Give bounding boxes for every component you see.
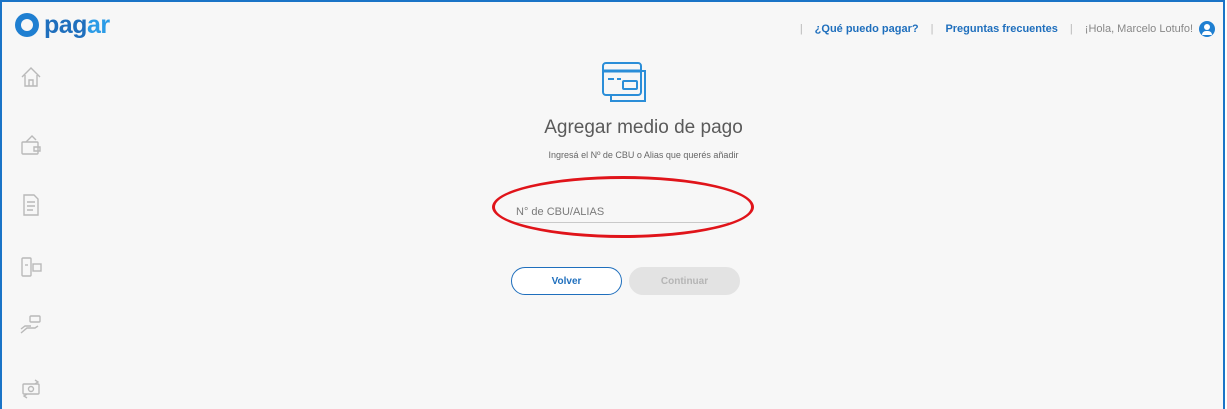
sidebar [2,46,64,409]
back-button[interactable]: Volver [511,267,622,295]
credit-card-icon [599,59,647,110]
action-buttons: Volver Continuar [511,267,740,295]
continue-button[interactable]: Continuar [629,267,740,295]
faq-link[interactable]: Preguntas frecuentes [945,23,1057,35]
sidebar-item-transfers[interactable] [18,312,44,338]
logo-mark-icon [15,13,39,37]
exchange-icon [22,379,40,399]
header: pagar | ¿Qué puedo pagar? | Preguntas fr… [2,2,1223,46]
nav-separator: | [799,23,803,35]
user-greeting: ¡Hola, Marcelo Lotufo! [1084,23,1193,35]
page-title: Agregar medio de pago [544,117,743,138]
logo-text-main: pag [44,11,87,39]
sidebar-item-wallet[interactable] [18,132,44,158]
what-can-i-pay-link[interactable]: ¿Qué puedo pagar? [815,23,919,35]
user-avatar-icon[interactable] [1199,21,1215,37]
home-icon [21,67,41,87]
sidebar-item-mobile-payments[interactable] [18,254,44,280]
mobile-payment-icon [21,257,42,277]
top-nav: | ¿Qué puedo pagar? | Preguntas frecuent… [788,21,1215,37]
hand-money-icon [20,315,41,334]
pagar-logo[interactable]: pagar [15,11,110,39]
logo-text-light: ar [86,11,110,39]
nav-separator: | [930,23,934,35]
app-window: pagar | ¿Qué puedo pagar? | Preguntas fr… [0,0,1225,409]
sidebar-item-exchange[interactable] [18,376,44,402]
logo-text: pagar [44,11,110,39]
cbu-alias-input[interactable] [514,201,729,223]
sidebar-item-home[interactable] [18,64,44,90]
page-subtitle: Ingresá el Nº de CBU o Alias que querés … [548,150,739,160]
main-content: Agregar medio de pago Ingresá el Nº de C… [64,46,1223,409]
wallet-icon [21,135,41,155]
nav-separator: | [1069,23,1073,35]
document-icon [23,194,39,216]
cbu-field [514,201,729,223]
sidebar-item-documents[interactable] [18,192,44,218]
